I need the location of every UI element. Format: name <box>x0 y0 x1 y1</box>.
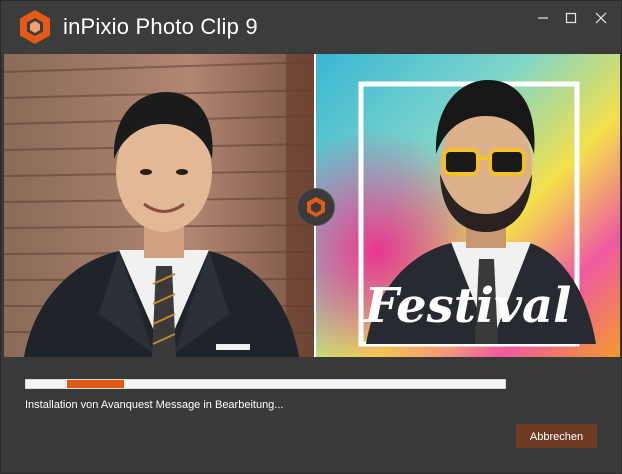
cancel-button[interactable]: Abbrechen <box>516 424 597 448</box>
minimize-icon <box>538 17 548 19</box>
inpixio-logo-icon <box>307 197 325 217</box>
close-icon <box>595 12 607 24</box>
maximize-icon <box>565 12 577 24</box>
close-button[interactable] <box>587 7 615 29</box>
festival-text: Festival <box>363 278 572 334</box>
inpixio-logo-icon <box>20 10 50 44</box>
compare-handle[interactable] <box>297 188 335 226</box>
install-progress-bar <box>25 379 506 389</box>
title-bar: inPixio Photo Clip 9 <box>1 1 621 53</box>
app-title: inPixio Photo Clip 9 <box>63 14 258 39</box>
festival-photo: Festival <box>316 54 620 357</box>
install-status-text: Installation von Avanquest Message in Be… <box>25 399 284 411</box>
original-photo <box>4 54 314 357</box>
minimize-button[interactable] <box>529 7 557 29</box>
progress-fill <box>66 380 125 388</box>
installer-window: inPixio Photo Clip 9 Festival Installati… <box>0 0 622 474</box>
hero-image: Festival <box>4 54 620 357</box>
maximize-button[interactable] <box>557 7 585 29</box>
